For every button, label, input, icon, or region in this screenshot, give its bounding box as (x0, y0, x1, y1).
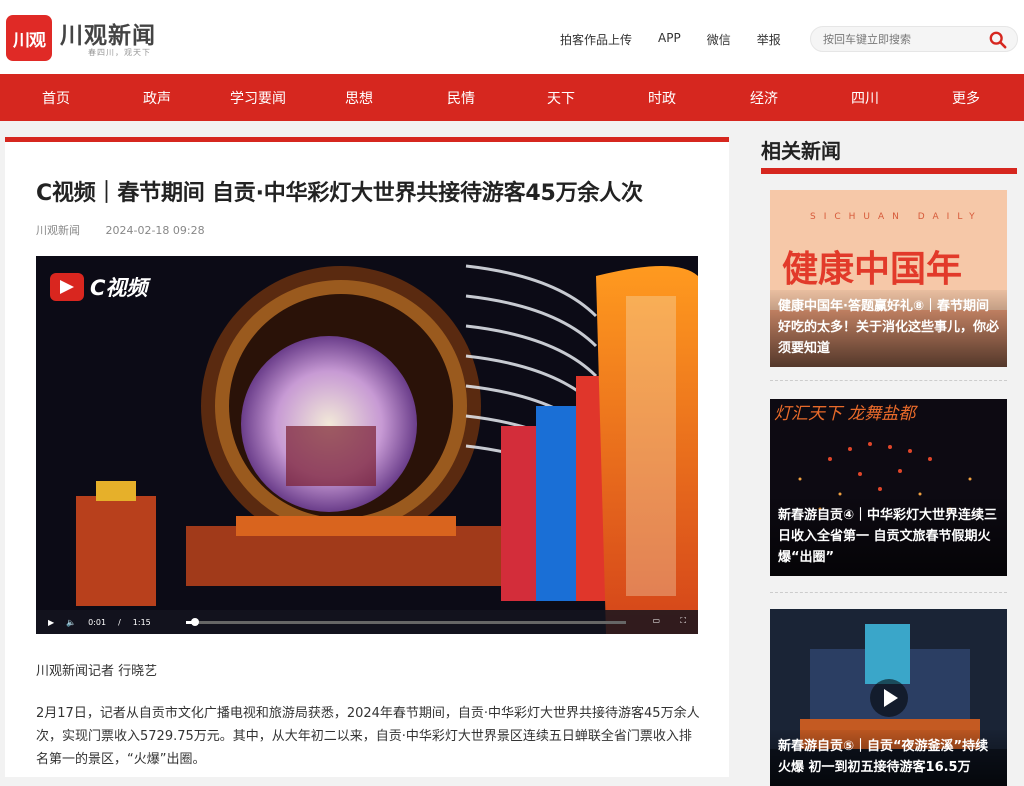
current-time: 0:01 (88, 617, 107, 627)
sidebar-title: 相关新闻 (761, 139, 841, 163)
fullscreen-icon[interactable]: ⛶ (680, 616, 686, 626)
duration: 1:15 (132, 617, 151, 627)
video-badge-text: C视频 (90, 276, 148, 300)
brand-name: 川观新闻 (60, 22, 156, 49)
related-card-3[interactable]: 新春游自贡⑤｜自贡“夜游釜溪”持续火爆 初一到初五接待游客16.5万 (770, 609, 1007, 786)
upload-link[interactable]: 拍客作品上传 (560, 31, 632, 48)
article-title: C视频｜春节期间 自贡·中华彩灯大世界共接待游客45万余人次 (36, 181, 643, 206)
search-icon[interactable] (989, 31, 1007, 49)
video-player[interactable]: C视频 ▶ 🔈 0:01 / 1:15 ▭ ⛶ (36, 256, 698, 634)
video-frame (36, 256, 698, 634)
card-top-text-1: SICHUAN DAILY (810, 212, 983, 222)
top-links: 拍客作品上传 APP 微信 举报 (560, 31, 807, 48)
play-icon[interactable]: ▶ (48, 618, 54, 627)
nav-economy[interactable]: 经济 (750, 88, 778, 108)
related-card-1[interactable]: SICHUAN DAILY 健康中国年 健康中国年·答题赢好礼⑧｜春节期间好吃的… (770, 190, 1007, 367)
card-divider (770, 592, 1007, 593)
play-icon[interactable] (870, 679, 908, 717)
volume-icon[interactable]: 🔈 (66, 618, 76, 627)
card-divider (770, 380, 1007, 381)
article-date: 2024-02-18 09:28 (105, 224, 205, 237)
nav-study[interactable]: 学习要闻 (230, 88, 286, 108)
related-card-2[interactable]: 灯汇天下 龙舞盐都 新春游自贡④｜中华彩灯大世界连续三日收入全省第一 自贡文旅春… (770, 399, 1007, 576)
pip-icon[interactable]: ▭ (652, 616, 660, 625)
main-nav: 首页 政声 学习要闻 思想 民情 天下 时政 经济 四川 更多 (0, 74, 1024, 121)
search-box (810, 26, 1018, 52)
article-source: 川观新闻 (36, 224, 80, 237)
nav-zhengsheng[interactable]: 政声 (143, 88, 171, 108)
article-panel: C视频｜春节期间 自贡·中华彩灯大世界共接待游客45万余人次 川观新闻 2024… (5, 137, 729, 777)
card-caption-1: 健康中国年·答题赢好礼⑧｜春节期间好吃的太多！关于消化这些事儿，你必须要知道 (770, 290, 1007, 367)
progress-handle[interactable] (190, 618, 199, 626)
nav-thought[interactable]: 思想 (345, 88, 373, 108)
app-link[interactable]: APP (658, 31, 681, 48)
nav-home[interactable]: 首页 (42, 88, 70, 108)
nav-sichuan[interactable]: 四川 (851, 88, 879, 108)
search-input[interactable] (823, 31, 988, 48)
nav-people[interactable]: 民情 (447, 88, 475, 108)
card-top-text-2: 灯汇天下 龙舞盐都 (774, 404, 916, 424)
video-badge: C视频 (50, 272, 147, 302)
site-logo[interactable]: 川观 (6, 15, 52, 61)
time-separator: / (118, 617, 121, 627)
video-controls: ▶ 🔈 0:01 / 1:15 ▭ ⛶ (36, 610, 698, 634)
card-caption-3: 新春游自贡⑤｜自贡“夜游釜溪”持续火爆 初一到初五接待游客16.5万 (770, 730, 1007, 786)
card-banner-1: 健康中国年 (782, 248, 963, 290)
nav-more[interactable]: 更多 (952, 88, 980, 108)
c-video-logo-icon (50, 273, 84, 301)
progress-bar[interactable] (186, 618, 626, 626)
top-bar: 川观 川观新闻 春四川，观天下 拍客作品上传 APP 微信 举报 (0, 0, 1024, 74)
article-paragraph: 2月17日，记者从自贡市文化广播电视和旅游局获悉，2024年春节期间，自贡·中华… (36, 706, 700, 767)
article-meta: 川观新闻 2024-02-18 09:28 (36, 222, 227, 238)
report-link[interactable]: 举报 (757, 31, 781, 48)
sidebar-accent-bar (761, 168, 1017, 174)
wechat-link[interactable]: 微信 (707, 31, 731, 48)
card-caption-2: 新春游自贡④｜中华彩灯大世界连续三日收入全省第一 自贡文旅春节假期火爆“出圈” (770, 499, 1007, 576)
nav-world[interactable]: 天下 (547, 88, 575, 108)
brand-slogan: 春四川，观天下 (88, 48, 151, 57)
article-byline: 川观新闻记者 行晓艺 (36, 664, 158, 679)
nav-politics[interactable]: 时政 (648, 88, 676, 108)
